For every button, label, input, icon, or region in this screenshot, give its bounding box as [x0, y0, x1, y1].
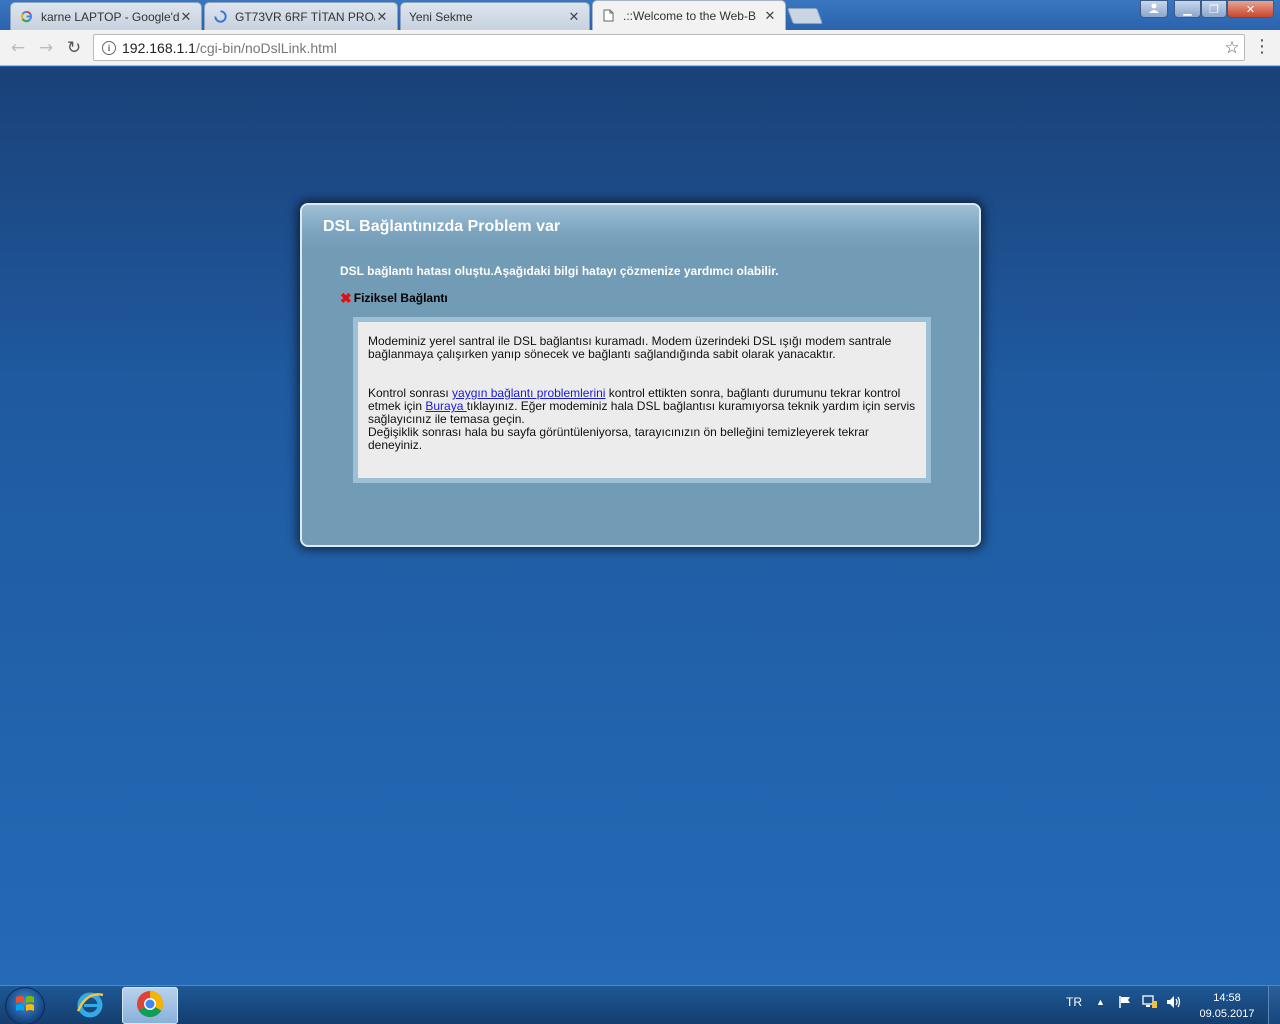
close-icon: ✕ [1245, 2, 1256, 16]
tab-welcome[interactable]: .::Welcome to the Web-B ✕ [592, 0, 786, 30]
reload-button[interactable]: ↻ [63, 37, 85, 59]
internet-explorer-icon [75, 989, 105, 1023]
tab-yeni-sekme[interactable]: Yeni Sekme ✕ [400, 2, 590, 30]
loading-spinner-icon [213, 10, 227, 24]
error-x-icon: ✖ [340, 290, 352, 306]
back-button[interactable]: ← [7, 37, 29, 59]
url-text[interactable]: 192.168.1.1/cgi-bin/noDslLink.html [122, 40, 1220, 56]
language-indicator[interactable]: TR [1066, 995, 1082, 1009]
volume-icon[interactable] [1166, 995, 1182, 1012]
tab-title: .::Welcome to the Web-B [623, 8, 756, 23]
page-icon [601, 9, 615, 23]
user-icon [1148, 3, 1160, 16]
info-paragraph-3: Değişiklik sonrası hala bu sayfa görüntü… [368, 425, 869, 452]
action-center-flag-icon[interactable] [1118, 995, 1132, 1012]
tab-karne-laptop[interactable]: karne LAPTOP - Google'd ✕ [10, 2, 202, 30]
show-desktop-button[interactable] [1268, 986, 1280, 1024]
windows-taskbar: TR ▲ 14:58 09.05.2017 [0, 985, 1280, 1024]
close-tab-icon[interactable]: ✕ [179, 9, 193, 25]
chrome-icon [135, 989, 165, 1023]
browser-toolbar: ← → ↻ i 192.168.1.1/cgi-bin/noDslLink.ht… [0, 30, 1280, 66]
tab-title: Yeni Sekme [409, 9, 473, 24]
physical-connection-status: ✖ Fiziksel Bağlantı [340, 291, 448, 305]
info-paragraph-1: Modeminiz yerel santral ile DSL bağlantı… [368, 334, 892, 361]
user-profile-button[interactable] [1140, 0, 1168, 18]
forward-button[interactable]: → [35, 37, 57, 59]
page-viewport: DSL Bağlantınızda Problem var DSL bağlan… [0, 67, 1280, 985]
panel-title: DSL Bağlantınızda Problem var [302, 205, 979, 249]
info-paragraph-2: Kontrol sonrası yaygın bağlantı probleml… [368, 387, 916, 426]
url-host: 192.168.1.1 [122, 39, 196, 56]
start-button[interactable] [5, 987, 45, 1024]
taskbar-internet-explorer[interactable] [62, 987, 118, 1024]
close-window-button[interactable]: ✕ [1227, 0, 1274, 18]
reload-icon: ↻ [66, 38, 82, 58]
info-icon[interactable]: i [102, 40, 116, 55]
intro-text: DSL bağlantı hatası oluştu.Aşağıdaki bil… [340, 264, 779, 278]
windows-start-icon [15, 994, 35, 1018]
physical-connection-label: Fiziksel Bağlantı [353, 291, 448, 305]
network-icon[interactable] [1142, 995, 1158, 1012]
kebab-menu-icon: ⋮ [1253, 36, 1271, 57]
browser-tabstrip: karne LAPTOP - Google'd ✕ GT73VR 6RF TİT… [0, 0, 1280, 30]
error-panel: DSL Bağlantınızda Problem var DSL bağlan… [300, 203, 981, 547]
minimize-icon: ▁ [1183, 2, 1192, 16]
taskbar-chrome[interactable] [122, 987, 178, 1024]
bookmark-star-icon[interactable]: ☆ [1220, 38, 1244, 58]
close-tab-icon[interactable]: ✕ [375, 9, 389, 25]
arrow-right-icon: → [38, 38, 54, 58]
minimize-button[interactable]: ▁ [1174, 0, 1201, 18]
restore-button[interactable]: ❐ [1201, 0, 1227, 18]
tab-title: karne LAPTOP - Google'd [41, 9, 179, 24]
google-icon [19, 10, 33, 24]
tab-gt73vr[interactable]: GT73VR 6RF TİTAN PRO/ ✕ [204, 2, 398, 30]
info-box: Modeminiz yerel santral ile DSL bağlantı… [353, 317, 931, 483]
click-here-link[interactable]: Buraya [425, 399, 466, 413]
new-tab-button[interactable] [787, 8, 823, 24]
close-tab-icon[interactable]: ✕ [763, 8, 777, 24]
tab-title: GT73VR 6RF TİTAN PRO/ [235, 9, 375, 24]
clock-time: 14:58 [1213, 992, 1241, 1004]
show-hidden-icons-button[interactable]: ▲ [1096, 997, 1105, 1007]
url-path: /cgi-bin/noDslLink.html [195, 39, 337, 56]
taskbar-clock[interactable]: 14:58 09.05.2017 [1192, 990, 1262, 1022]
clock-date: 09.05.2017 [1199, 1008, 1255, 1020]
p2-before: Kontrol sonrası [368, 386, 453, 400]
close-tab-icon[interactable]: ✕ [567, 9, 581, 25]
browser-menu-button[interactable]: ⋮ [1252, 36, 1272, 60]
restore-icon: ❐ [1209, 2, 1219, 16]
arrow-left-icon: ← [10, 38, 26, 58]
common-problems-link[interactable]: yaygın bağlantı problemlerini [452, 386, 605, 400]
address-bar[interactable]: i 192.168.1.1/cgi-bin/noDslLink.html ☆ [93, 34, 1245, 61]
